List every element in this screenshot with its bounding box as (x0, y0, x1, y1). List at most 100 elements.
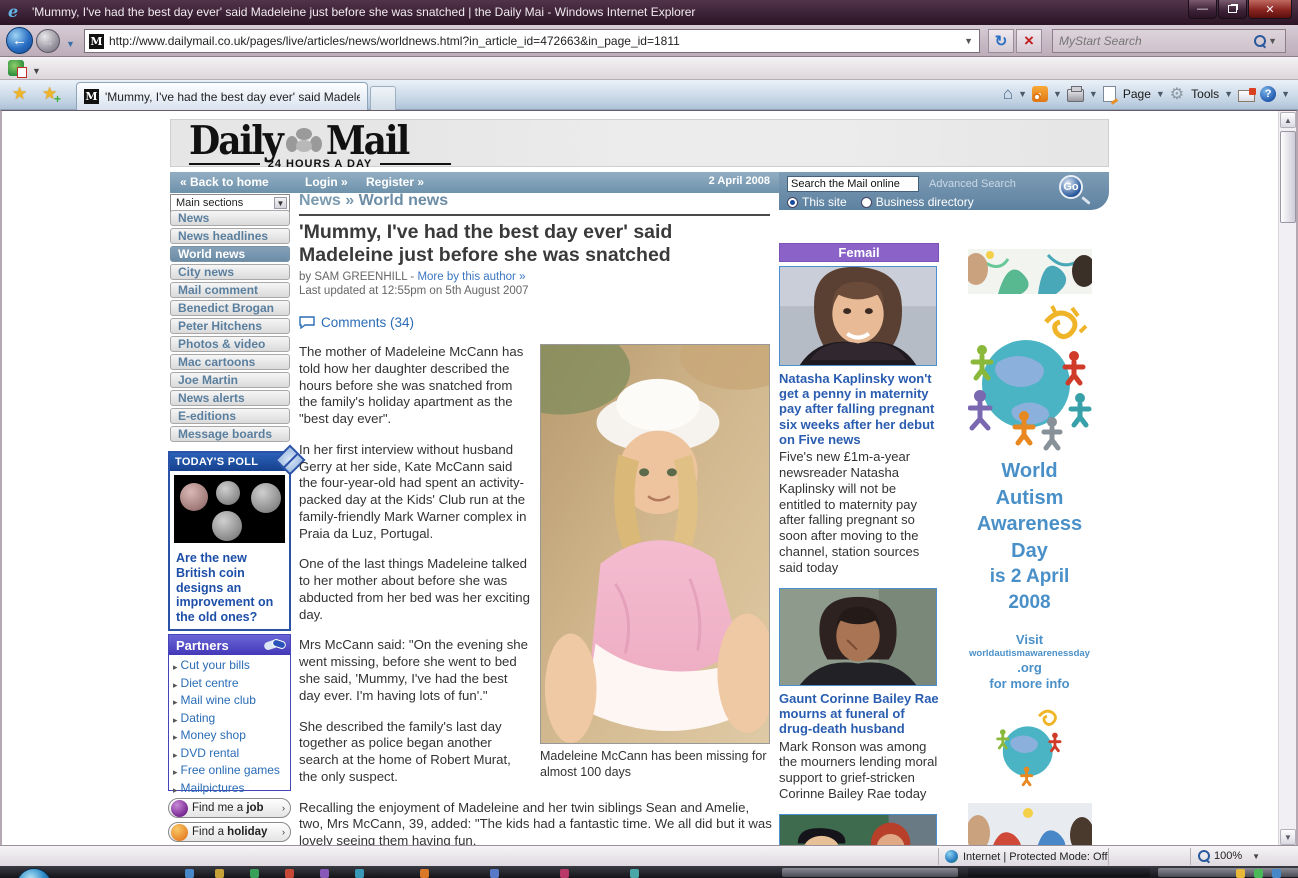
autism-ad-column[interactable]: World Autism Awareness Day is 2 April 20… (967, 249, 1092, 845)
sidebar-item-news-headlines[interactable]: News headlines (170, 228, 290, 244)
partner-link-cut-your-bills[interactable]: ▸Cut your bills (169, 658, 290, 676)
femail-story1-headline[interactable]: Natasha Kaplinsky won't get a penny in m… (779, 371, 939, 447)
sidebar-item-news-alerts[interactable]: News alerts (170, 390, 290, 406)
madeleine-photo[interactable] (540, 344, 770, 744)
zoom-control[interactable]: 100% ▼ (1198, 850, 1260, 862)
sidebar-item-peter-hitchens[interactable]: Peter Hitchens (170, 318, 290, 334)
sidebar-item-benedict-brogan[interactable]: Benedict Brogan (170, 300, 290, 316)
femail-story3-photo[interactable] (779, 814, 937, 845)
sidebar-item-e-editions[interactable]: E-editions (170, 408, 290, 424)
favorites-star-icon[interactable]: ★ (12, 84, 27, 104)
page-menu[interactable]: Page (1123, 87, 1151, 101)
print-dropdown-icon[interactable]: ▼ (1089, 89, 1098, 99)
ad-org[interactable]: .org (967, 660, 1092, 676)
natasha-kaplinsky-photo[interactable] (779, 266, 937, 366)
partner-link-mailpictures[interactable]: ▸Mailpictures (169, 781, 290, 799)
partner-link-free-online-games[interactable]: ▸Free online games (169, 763, 290, 781)
sidebar-item-news[interactable]: News (170, 210, 290, 226)
refresh-button[interactable]: ↻ (988, 29, 1014, 53)
partner-link-dating[interactable]: ▸Dating (169, 711, 290, 729)
main-sections-dropdown-icon[interactable]: ▼ (274, 197, 287, 209)
home-dropdown-icon[interactable]: ▼ (1018, 89, 1027, 99)
rss-icon[interactable] (1032, 86, 1048, 102)
dailymail-logo[interactable]: Daily Mail (189, 122, 408, 160)
partner-link-diet-centre[interactable]: ▸Diet centre (169, 676, 290, 694)
back-to-home-link[interactable]: « Back to home (180, 175, 269, 189)
close-button[interactable]: ✕ (1248, 0, 1292, 19)
partner-link-dvd-rental[interactable]: ▸DVD rental (169, 746, 290, 764)
sidebar-item-photos-video[interactable]: Photos & video (170, 336, 290, 352)
site-search-input[interactable] (787, 176, 919, 192)
breadcrumb-section[interactable]: News (299, 192, 341, 209)
this-site-radio[interactable] (787, 197, 798, 208)
url-field[interactable]: M ▼ (84, 29, 980, 53)
business-directory-radio[interactable] (861, 197, 872, 208)
gear-icon[interactable]: ⚙ (1170, 84, 1184, 104)
femail-header[interactable]: Femail (779, 243, 939, 262)
partner-label[interactable]: DVD rental (181, 746, 240, 762)
login-link[interactable]: Login » (305, 175, 348, 189)
ad-site-url[interactable]: worldautismawarenessday (967, 648, 1092, 660)
start-orb-icon[interactable] (16, 868, 52, 878)
partner-label[interactable]: Dating (181, 711, 216, 727)
go-button[interactable]: Go (1059, 175, 1083, 199)
femail-story2-headline[interactable]: Gaunt Corinne Bailey Rae mourns at funer… (779, 691, 939, 737)
sidebar-item-mac-cartoons[interactable]: Mac cartoons (170, 354, 290, 370)
windows-taskbar[interactable] (0, 866, 1298, 878)
search-dropdown-icon[interactable]: ▼ (1266, 36, 1279, 46)
sidebar-item-mail-comment[interactable]: Mail comment (170, 282, 290, 298)
scroll-down-button[interactable]: ▼ (1280, 829, 1296, 845)
help-icon[interactable]: ? (1260, 86, 1276, 102)
partner-label[interactable]: Diet centre (181, 676, 239, 692)
tools-dropdown-icon[interactable]: ▼ (1224, 89, 1233, 99)
partner-label[interactable]: Free online games (181, 763, 280, 779)
acrobat-globe-icon[interactable] (8, 60, 24, 76)
help-dropdown-icon[interactable]: ▼ (1281, 89, 1290, 99)
stop-button[interactable]: × (1016, 29, 1042, 53)
quick-dropdown-icon[interactable]: ▼ (32, 66, 41, 76)
url-dropdown-icon[interactable]: ▼ (962, 36, 975, 46)
partner-label[interactable]: Mailpictures (181, 781, 245, 797)
forward-button[interactable]: → (36, 29, 60, 53)
sidebar-item-joe-martin[interactable]: Joe Martin (170, 372, 290, 388)
comments-link[interactable]: Comments (34) (299, 315, 772, 330)
search-icon[interactable] (1254, 35, 1266, 47)
mail-icon[interactable] (1238, 90, 1255, 102)
corinne-bailey-rae-photo[interactable] (779, 588, 937, 686)
history-dropdown-icon[interactable]: ▼ (66, 39, 75, 49)
vertical-scrollbar[interactable]: ▲ ▼ (1278, 111, 1296, 845)
url-input[interactable] (109, 34, 962, 48)
rss-dropdown-icon[interactable]: ▼ (1053, 89, 1062, 99)
partner-link-mail-wine-club[interactable]: ▸Mail wine club (169, 693, 290, 711)
minimize-button[interactable]: — (1188, 0, 1217, 19)
partner-label[interactable]: Money shop (181, 728, 246, 744)
new-tab-button[interactable] (370, 86, 396, 110)
tools-menu[interactable]: Tools (1191, 87, 1219, 101)
print-icon[interactable] (1067, 89, 1084, 102)
find-me-a-job-button[interactable]: Find me a job › (168, 798, 291, 818)
partner-label[interactable]: Cut your bills (181, 658, 250, 674)
sidebar-item-message-boards[interactable]: Message boards (170, 426, 290, 442)
sidebar-item-world-news[interactable]: World news (170, 246, 290, 262)
poll-coins-image[interactable] (174, 475, 285, 543)
home-icon[interactable]: ⌂ (1003, 84, 1013, 104)
more-by-author-link[interactable]: More by this author » (417, 271, 525, 283)
partner-link-money-shop[interactable]: ▸Money shop (169, 728, 290, 746)
back-button[interactable]: ← (6, 27, 33, 54)
poll-question[interactable]: Are the new British coin designs an impr… (170, 547, 289, 629)
page-icon[interactable] (1103, 86, 1116, 102)
zoom-dropdown-icon[interactable]: ▼ (1252, 852, 1260, 861)
scroll-up-button[interactable]: ▲ (1280, 112, 1296, 128)
restore-button[interactable] (1218, 0, 1247, 19)
browser-search-input[interactable] (1059, 34, 1254, 48)
sidebar-item-city-news[interactable]: City news (170, 264, 290, 280)
scrollbar-thumb[interactable] (1280, 131, 1296, 223)
partner-label[interactable]: Mail wine club (181, 693, 256, 709)
browser-search-box[interactable]: ▼ (1052, 29, 1286, 53)
page-dropdown-icon[interactable]: ▼ (1156, 89, 1165, 99)
advanced-search-link[interactable]: Advanced Search (929, 178, 1016, 190)
active-tab[interactable]: M 'Mummy, I've had the best day ever' sa… (76, 82, 368, 110)
find-a-holiday-button[interactable]: Find a holiday › (168, 822, 291, 842)
speech-bubble-icon (299, 316, 315, 329)
register-link[interactable]: Register » (366, 175, 424, 189)
